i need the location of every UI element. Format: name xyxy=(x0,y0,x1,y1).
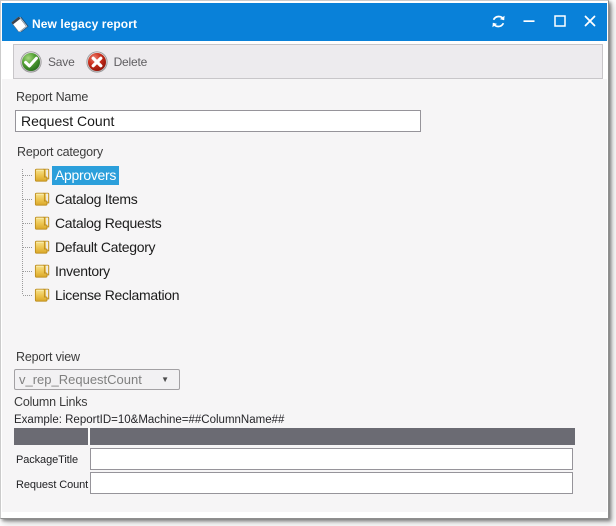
tree-branch-line xyxy=(23,223,33,224)
column-links-example: Example: ReportID=10&Machine=##ColumnNam… xyxy=(14,413,284,427)
folder-icon xyxy=(34,239,51,255)
tree-branch-line xyxy=(23,247,33,248)
grid-header-name-column xyxy=(14,428,88,445)
form-body: Report Name Report category Approvers xyxy=(2,79,607,512)
packagetitle-link-input[interactable] xyxy=(90,448,573,470)
close-button[interactable] xyxy=(576,7,604,35)
report-view-dropdown[interactable]: v_rep_RequestCount ▼ xyxy=(14,369,180,390)
tree-item-label: Catalog Items xyxy=(52,190,140,209)
report-category-label: Report category xyxy=(17,145,103,159)
save-button[interactable]: Save xyxy=(16,45,79,78)
close-icon xyxy=(582,13,598,29)
folder-icon xyxy=(34,167,51,183)
grid-header-link-column xyxy=(90,428,575,445)
tree-item-approvers[interactable]: Approvers xyxy=(2,163,402,187)
dropdown-arrow-icon: ▼ xyxy=(161,375,169,384)
report-view-value: v_rep_RequestCount xyxy=(19,372,161,387)
column-links-label: Column Links xyxy=(14,395,87,409)
report-name-label: Report Name xyxy=(16,90,88,104)
tree-item-catalog-items[interactable]: Catalog Items xyxy=(2,187,402,211)
tree-item-label: Default Category xyxy=(52,238,158,257)
delete-x-icon xyxy=(86,51,108,73)
folder-icon xyxy=(34,287,51,303)
tree-item-default-category[interactable]: Default Category xyxy=(2,235,402,259)
report-notepad-icon xyxy=(10,15,29,34)
tree-branch-line xyxy=(23,271,33,272)
refresh-icon xyxy=(490,13,507,30)
tree-item-inventory[interactable]: Inventory xyxy=(2,259,402,283)
tree-branch-line xyxy=(23,175,33,176)
delete-label: Delete xyxy=(114,55,148,69)
grid-header-divider xyxy=(88,428,90,445)
delete-button[interactable]: Delete xyxy=(82,45,152,78)
tree-item-catalog-requests[interactable]: Catalog Requests xyxy=(2,211,402,235)
titlebar[interactable]: New legacy report xyxy=(2,3,607,41)
save-check-icon xyxy=(20,51,42,73)
tree-item-label: Approvers xyxy=(52,166,119,185)
tree-item-license-reclamation[interactable]: License Reclamation xyxy=(2,283,402,307)
report-name-input[interactable] xyxy=(15,110,421,132)
folder-icon xyxy=(34,191,51,207)
dialog-window: New legacy report xyxy=(0,0,609,519)
folder-icon xyxy=(34,263,51,279)
maximize-button[interactable] xyxy=(546,7,574,35)
grid-row-label-request-count: Request Count xyxy=(16,479,88,491)
tree-item-label: License Reclamation xyxy=(52,286,182,305)
screen: New legacy report xyxy=(0,0,616,526)
save-label: Save xyxy=(48,55,75,69)
request-count-link-input[interactable] xyxy=(90,472,573,494)
tree-item-label: Catalog Requests xyxy=(52,214,165,233)
maximize-icon xyxy=(552,13,568,29)
tree-branch-line xyxy=(23,295,33,296)
window-title: New legacy report xyxy=(32,17,137,31)
tree-branch-line xyxy=(23,199,33,200)
minimize-button[interactable] xyxy=(515,7,543,35)
report-category-tree: Approvers Catalog Items xyxy=(2,163,402,307)
toolbar: Save Delete xyxy=(13,44,603,79)
tree-item-label: Inventory xyxy=(52,262,113,281)
minimize-icon xyxy=(521,13,537,29)
folder-icon xyxy=(34,215,51,231)
refresh-button[interactable] xyxy=(484,7,512,35)
report-view-label: Report view xyxy=(16,350,80,364)
grid-row-label-packagetitle: PackageTitle xyxy=(16,454,78,466)
